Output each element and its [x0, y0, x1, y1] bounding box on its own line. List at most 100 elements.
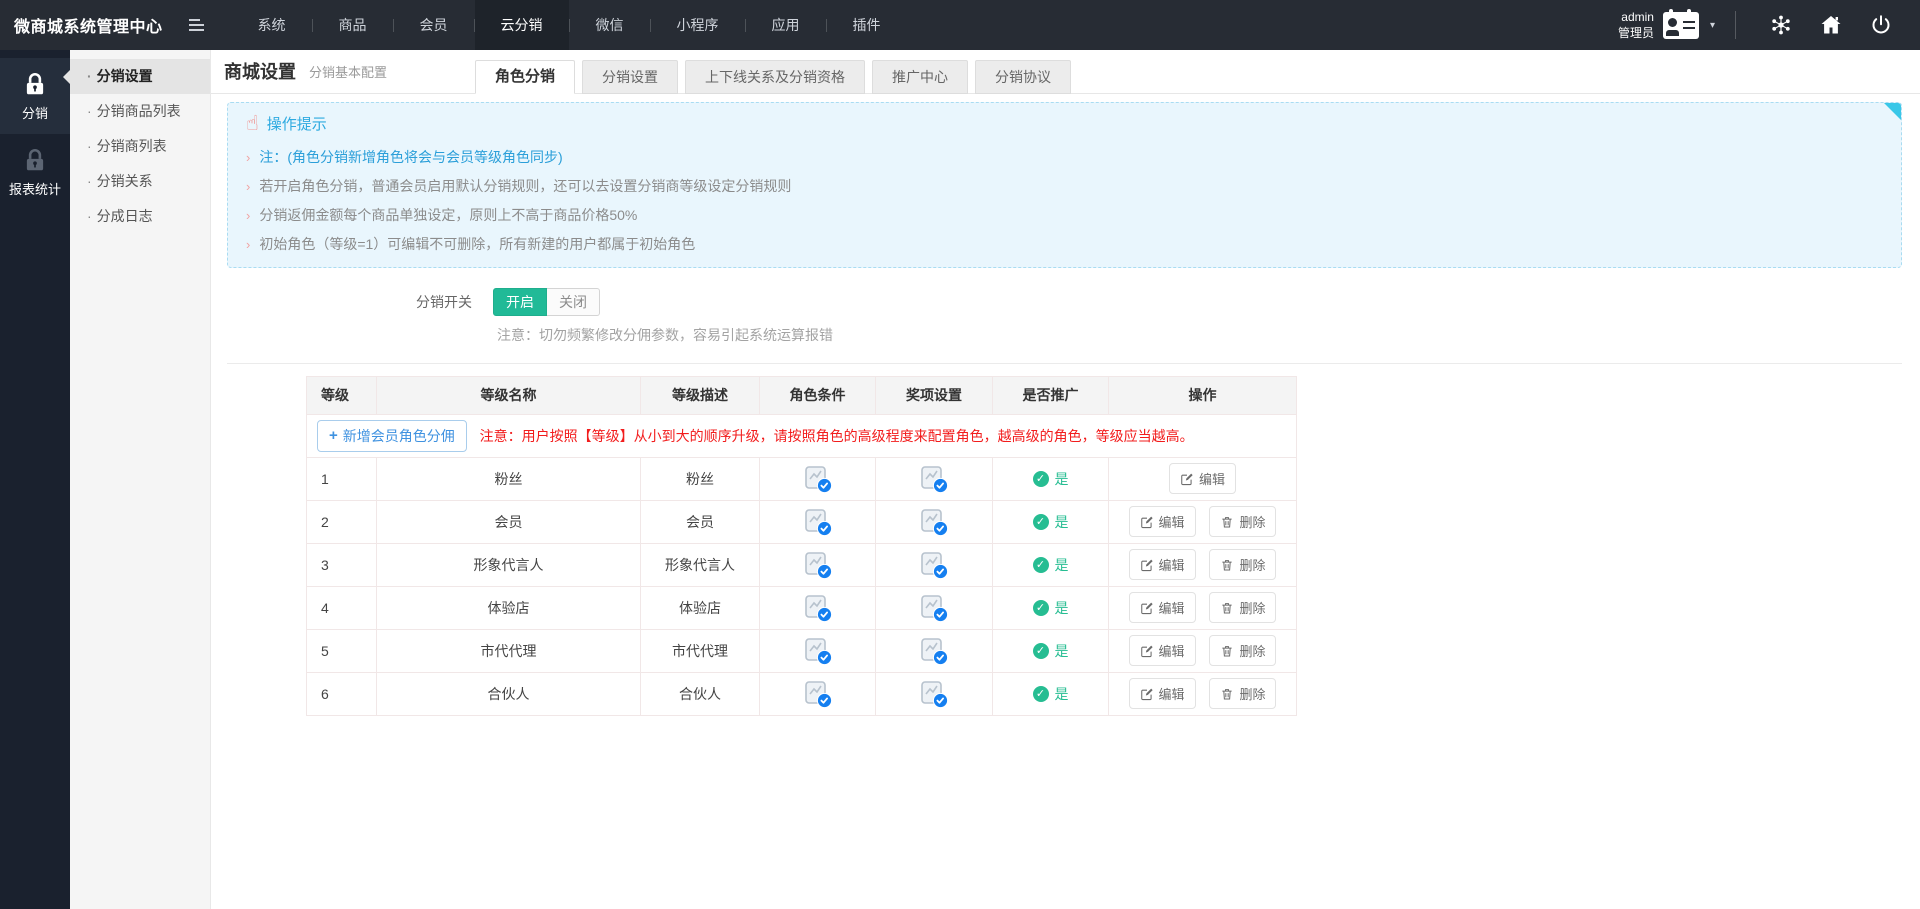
page-title: 商城设置: [224, 58, 296, 84]
promote-cell: ✓是: [993, 629, 1109, 672]
hand-pointer-icon: ☝: [246, 113, 259, 134]
user-role: 管理员: [1618, 25, 1654, 41]
delete-button[interactable]: 删除: [1209, 592, 1276, 623]
actions-cell: 编辑 删除: [1109, 586, 1297, 629]
desc-cell: 体验店: [641, 586, 760, 629]
reward-setting-icon[interactable]: [919, 679, 949, 709]
user-menu[interactable]: admin 管理员 ▾: [1618, 9, 1715, 41]
user-card-icon: [1663, 12, 1699, 39]
delete-button[interactable]: 删除: [1209, 678, 1276, 709]
sidebar-module-reports[interactable]: 报表统计: [0, 134, 70, 210]
menu-item-miniprogram[interactable]: 小程序: [651, 0, 745, 50]
col-is-promote: 是否推广: [993, 376, 1109, 414]
hamburger-icon[interactable]: [189, 0, 204, 50]
module-sidebar: 分销 报表统计: [0, 50, 70, 909]
role-condition-icon[interactable]: [803, 464, 833, 494]
add-role-button[interactable]: +新增会员角色分佣: [317, 420, 467, 452]
level-cell: 1: [307, 457, 377, 500]
promote-label: 是: [1055, 684, 1069, 704]
home-icon[interactable]: [1819, 13, 1843, 37]
sidebar-item-distributor-list[interactable]: 分销商列表: [70, 129, 210, 164]
table-row: 2 会员 会员 ✓是 编辑 删除: [307, 500, 1297, 543]
main-content: 商城设置 分销基本配置 角色分销 分销设置 上下线关系及分销资格 推广中心 分销…: [211, 50, 1920, 909]
sidebar-item-distribution-relations[interactable]: 分销关系: [70, 164, 210, 199]
edit-button[interactable]: 编辑: [1129, 549, 1196, 580]
reward-setting-icon[interactable]: [919, 464, 949, 494]
tab-upline-downline[interactable]: 上下线关系及分销资格: [685, 60, 865, 94]
distribution-switch-row: 分销开关 开启 关闭: [211, 288, 1920, 316]
power-icon[interactable]: [1869, 13, 1893, 37]
sidebar-module-distribution[interactable]: 分销: [0, 58, 70, 134]
check-circle-icon: ✓: [1033, 600, 1049, 616]
menu-item-wechat[interactable]: 微信: [570, 0, 650, 50]
table-row: 1 粉丝 粉丝 ✓是 编辑: [307, 457, 1297, 500]
bullet-icon: ›: [246, 237, 250, 252]
reward-setting-cell: [876, 500, 993, 543]
switch-on-button[interactable]: 开启: [493, 288, 547, 316]
switch-label: 分销开关: [416, 292, 472, 312]
menu-item-plugins[interactable]: 插件: [827, 0, 907, 50]
edit-button[interactable]: 编辑: [1129, 592, 1196, 623]
role-condition-icon[interactable]: [803, 679, 833, 709]
role-condition-icon[interactable]: [803, 593, 833, 623]
sidebar-item-commission-log[interactable]: 分成日志: [70, 199, 210, 234]
role-condition-icon[interactable]: [803, 507, 833, 537]
reward-setting-icon[interactable]: [919, 636, 949, 666]
menu-item-system[interactable]: 系统: [232, 0, 312, 50]
tab-promotion-center[interactable]: 推广中心: [872, 60, 968, 94]
share-nodes-icon[interactable]: [1769, 13, 1793, 37]
promote-label: 是: [1055, 469, 1069, 489]
delete-button[interactable]: 删除: [1209, 635, 1276, 666]
tab-distribution-agreement[interactable]: 分销协议: [975, 60, 1071, 94]
username: admin: [1618, 9, 1654, 25]
edit-icon: [1140, 687, 1154, 701]
trash-icon: [1220, 601, 1234, 615]
switch-off-button[interactable]: 关闭: [547, 288, 600, 316]
promote-label: 是: [1055, 512, 1069, 532]
edit-icon: [1140, 558, 1154, 572]
level-warning-text: 注意：用户按照【等级】从小到大的顺序升级，请按照角色的高级程度来配置角色，越高级…: [480, 428, 1194, 444]
edit-icon: [1140, 515, 1154, 529]
reward-setting-icon[interactable]: [919, 593, 949, 623]
menu-item-members[interactable]: 会员: [394, 0, 474, 50]
menu-item-goods[interactable]: 商品: [313, 0, 393, 50]
edit-icon: [1140, 601, 1154, 615]
actions-cell: 编辑 删除: [1109, 500, 1297, 543]
delete-button[interactable]: 删除: [1209, 506, 1276, 537]
switch-note: 注意：切勿频繁修改分佣参数，容易引起系统运算报错: [211, 325, 1920, 345]
menu-item-distribution[interactable]: 云分销: [475, 0, 569, 50]
role-condition-cell: [760, 543, 876, 586]
sidebar-item-distribution-settings[interactable]: 分销设置: [70, 59, 210, 94]
table-row: 5 市代代理 市代代理 ✓是 编辑 删除: [307, 629, 1297, 672]
edit-button[interactable]: 编辑: [1129, 506, 1196, 537]
delete-button[interactable]: 删除: [1209, 549, 1276, 580]
edit-icon: [1180, 472, 1194, 486]
reward-setting-cell: [876, 543, 993, 586]
tip-item: ›分销返佣金额每个商品单独设定，原则上不高于商品价格50%: [246, 207, 1883, 224]
col-level-name: 等级名称: [377, 376, 641, 414]
check-circle-icon: ✓: [1033, 643, 1049, 659]
tab-distribution-settings[interactable]: 分销设置: [582, 60, 678, 94]
check-circle-icon: ✓: [1033, 686, 1049, 702]
col-reward-setting: 奖项设置: [876, 376, 993, 414]
plus-icon: +: [329, 427, 338, 444]
tip-item: ›初始角色（等级=1）可编辑不可删除，所有新建的用户都属于初始角色: [246, 236, 1883, 253]
tab-role-distribution[interactable]: 角色分销: [475, 60, 575, 94]
reward-setting-cell: [876, 457, 993, 500]
role-condition-icon[interactable]: [803, 550, 833, 580]
reward-setting-icon[interactable]: [919, 550, 949, 580]
promote-label: 是: [1055, 641, 1069, 661]
edit-button[interactable]: 编辑: [1169, 463, 1236, 494]
menu-item-apps[interactable]: 应用: [746, 0, 826, 50]
actions-cell: 编辑: [1109, 457, 1297, 500]
check-circle-icon: ✓: [1033, 471, 1049, 487]
role-condition-icon[interactable]: [803, 636, 833, 666]
module-label: 分销: [22, 103, 48, 122]
reward-setting-cell: [876, 629, 993, 672]
lock-icon: [22, 71, 48, 97]
reward-setting-icon[interactable]: [919, 507, 949, 537]
edit-button[interactable]: 编辑: [1129, 635, 1196, 666]
edit-button[interactable]: 编辑: [1129, 678, 1196, 709]
sidebar-item-distribution-goods[interactable]: 分销商品列表: [70, 94, 210, 129]
role-condition-cell: [760, 500, 876, 543]
